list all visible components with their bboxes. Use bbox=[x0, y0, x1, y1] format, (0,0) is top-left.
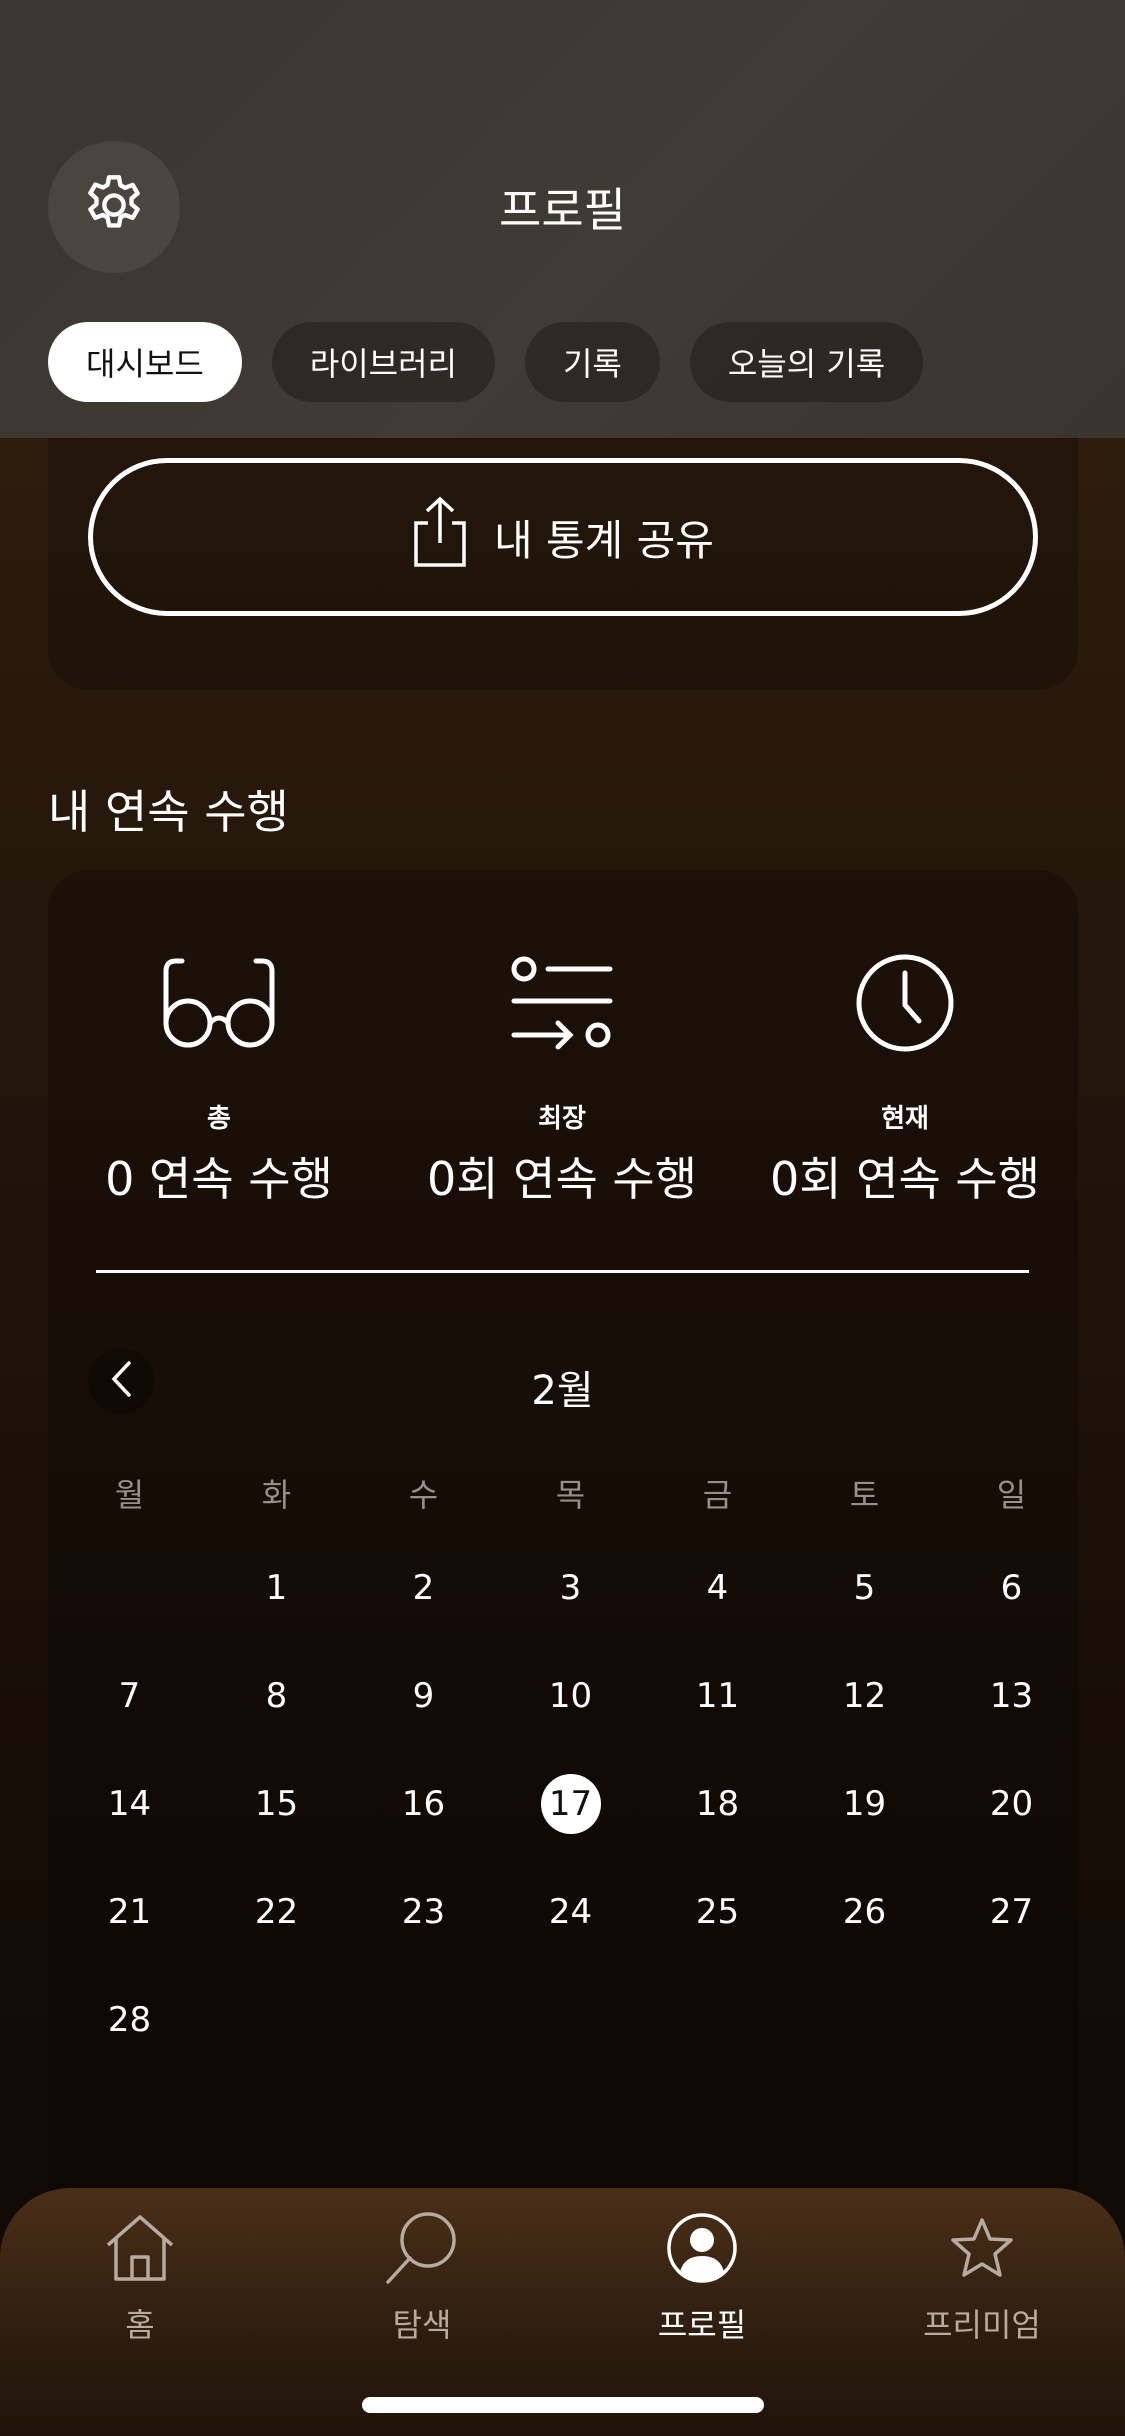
calendar-week: 7 8 9 10 11 12 13 bbox=[56, 1676, 1086, 1784]
calendar-day[interactable]: 10 bbox=[497, 1676, 644, 1716]
calendar-day[interactable]: 20 bbox=[938, 1784, 1085, 1824]
calendar-day[interactable]: 2 bbox=[350, 1568, 497, 1608]
calendar-day[interactable]: 26 bbox=[791, 1892, 938, 1932]
stat-total: 총 0 연속 수행 bbox=[54, 948, 384, 1209]
calendar-day[interactable]: 18 bbox=[644, 1784, 791, 1824]
nav-profile[interactable]: 프로필 bbox=[602, 2204, 802, 2346]
glasses-icon bbox=[54, 948, 384, 1058]
stat-total-label: 총 bbox=[207, 1104, 231, 1134]
stat-longest-label: 최장 bbox=[538, 1104, 586, 1134]
stat-longest-value: 0회 연속 수행 bbox=[426, 1152, 698, 1206]
search-icon bbox=[322, 2204, 522, 2292]
header: 프로필 대시보드 라이브러리 기록 오늘의 기록 bbox=[0, 0, 1125, 438]
calendar-day[interactable]: 27 bbox=[938, 1892, 1085, 1932]
weekday-label: 토 bbox=[849, 1476, 880, 1514]
page-title: 프로필 bbox=[499, 183, 626, 237]
stat-current-label: 현재 bbox=[881, 1104, 929, 1134]
nav-premium[interactable]: 프리미엄 bbox=[882, 2204, 1082, 2346]
nav-profile-label: 프로필 bbox=[657, 2306, 747, 2344]
clock-icon bbox=[740, 948, 1070, 1058]
tab-bar: 대시보드 라이브러리 기록 오늘의 기록 bbox=[48, 322, 924, 402]
calendar-day[interactable]: 23 bbox=[350, 1892, 497, 1932]
divider bbox=[96, 1270, 1029, 1273]
tab-records[interactable]: 기록 bbox=[524, 322, 660, 402]
weekday-header: 월 화 수 목 금 토 일 bbox=[56, 1470, 1086, 1568]
calendar-day[interactable]: 15 bbox=[203, 1784, 350, 1824]
calendar-week: 21 22 23 24 25 26 27 bbox=[56, 1892, 1086, 2000]
stat-current-value: 0회 연속 수행 bbox=[769, 1152, 1041, 1206]
calendar-day[interactable]: 13 bbox=[938, 1676, 1085, 1716]
nav-home-label: 홈 bbox=[125, 2306, 155, 2344]
calendar-day-today[interactable]: 17 bbox=[497, 1774, 644, 1834]
calendar-day[interactable]: 24 bbox=[497, 1892, 644, 1932]
weekday-label: 일 bbox=[996, 1476, 1027, 1514]
calendar-day[interactable]: 5 bbox=[791, 1568, 938, 1608]
calendar-day[interactable]: 14 bbox=[56, 1784, 203, 1824]
calendar-day[interactable]: 28 bbox=[56, 2000, 203, 2040]
stat-total-value: 0 연속 수행 bbox=[105, 1152, 333, 1206]
calendar-month-title: 2월 bbox=[531, 1368, 594, 1414]
weekday-label: 수 bbox=[408, 1476, 439, 1514]
calendar-day[interactable]: 7 bbox=[56, 1676, 203, 1716]
calendar-day[interactable]: 16 bbox=[350, 1784, 497, 1824]
weekday-label: 목 bbox=[555, 1476, 586, 1514]
calendar-week: 14 15 16 17 18 19 20 bbox=[56, 1774, 1086, 1892]
calendar-day[interactable]: 4 bbox=[644, 1568, 791, 1608]
share-stats-button[interactable]: 내 통계 공유 bbox=[88, 458, 1038, 616]
list-sort-icon bbox=[397, 948, 727, 1058]
calendar-day[interactable]: 8 bbox=[203, 1676, 350, 1716]
calendar-grid: 월 화 수 목 금 토 일 1 2 3 4 5 6 7 8 9 10 11 12… bbox=[56, 1470, 1086, 2108]
calendar-week: 28 bbox=[56, 2000, 1086, 2108]
home-icon bbox=[40, 2204, 240, 2292]
streak-section-title: 내 연속 수행 bbox=[48, 785, 289, 839]
nav-explore[interactable]: 탐색 bbox=[322, 2204, 522, 2346]
calendar-day[interactable]: 6 bbox=[938, 1568, 1085, 1608]
nav-premium-label: 프리미엄 bbox=[923, 2306, 1041, 2344]
calendar-day[interactable]: 1 bbox=[203, 1568, 350, 1608]
weekday-label: 월 bbox=[114, 1476, 145, 1514]
star-icon bbox=[882, 2204, 1082, 2292]
share-icon bbox=[412, 495, 468, 579]
tab-today-record[interactable]: 오늘의 기록 bbox=[689, 322, 924, 402]
calendar-day[interactable]: 22 bbox=[203, 1892, 350, 1932]
weekday-label: 금 bbox=[702, 1476, 733, 1514]
calendar-day[interactable]: 19 bbox=[791, 1784, 938, 1824]
stat-current: 현재 0회 연속 수행 bbox=[740, 948, 1070, 1209]
tab-library[interactable]: 라이브러리 bbox=[271, 322, 495, 402]
calendar-day[interactable]: 12 bbox=[791, 1676, 938, 1716]
home-indicator bbox=[362, 2397, 764, 2413]
calendar-day[interactable]: 11 bbox=[644, 1676, 791, 1716]
calendar-day[interactable]: 25 bbox=[644, 1892, 791, 1932]
calendar-week: 1 2 3 4 5 6 bbox=[56, 1568, 1086, 1676]
calendar-day[interactable]: 3 bbox=[497, 1568, 644, 1608]
nav-home[interactable]: 홈 bbox=[40, 2204, 240, 2346]
share-label: 내 통계 공유 bbox=[494, 515, 714, 565]
calendar-day[interactable]: 9 bbox=[350, 1676, 497, 1716]
profile-icon bbox=[602, 2204, 802, 2292]
nav-explore-label: 탐색 bbox=[392, 2306, 452, 2344]
tab-dashboard[interactable]: 대시보드 bbox=[48, 322, 242, 402]
stat-longest: 최장 0회 연속 수행 bbox=[397, 948, 727, 1209]
calendar-day[interactable]: 21 bbox=[56, 1892, 203, 1932]
weekday-label: 화 bbox=[261, 1476, 292, 1514]
